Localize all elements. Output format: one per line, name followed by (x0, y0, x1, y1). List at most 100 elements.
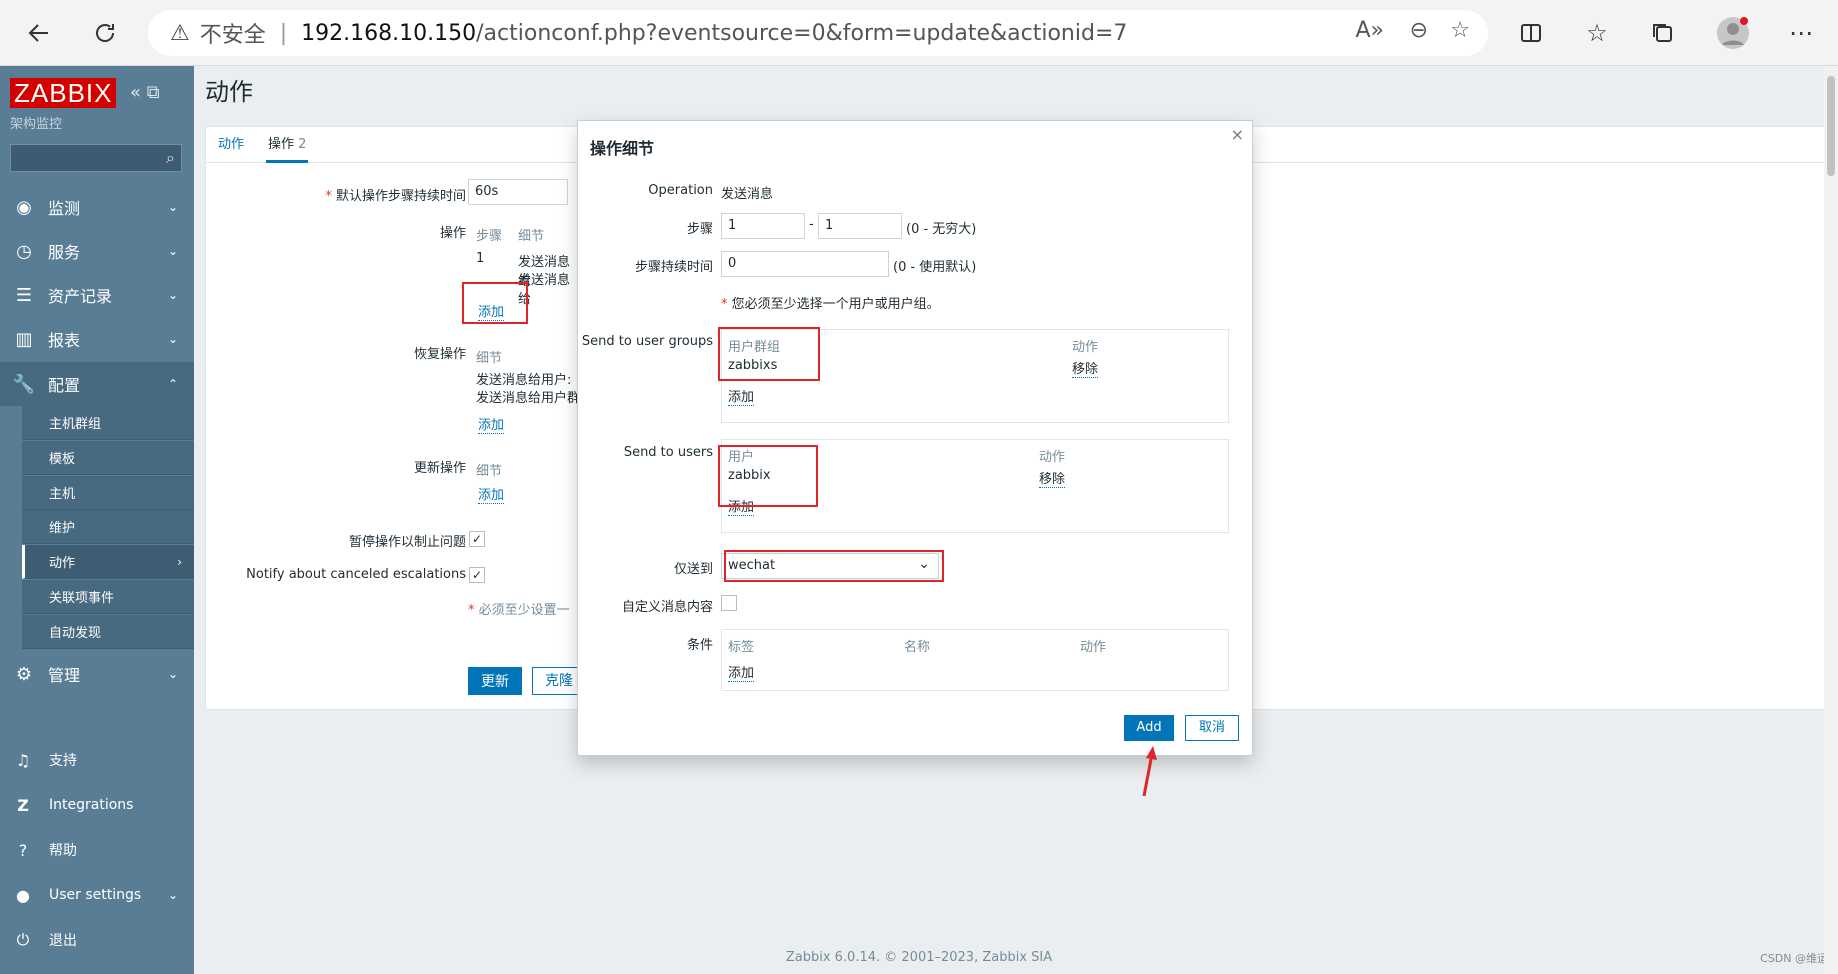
zabbix-logo[interactable]: ZABBIX (10, 78, 117, 108)
default-duration-input[interactable]: 60s (468, 179, 568, 205)
chevron-down-icon: ⌄ (167, 244, 178, 258)
split-screen-icon[interactable] (1512, 14, 1550, 52)
submenu-templates[interactable]: 模板 (22, 441, 194, 475)
submenu-label: 主机 (49, 487, 76, 502)
scrollbar-thumb[interactable] (1827, 76, 1835, 176)
required-note: * 您必须至少选择一个用户或用户组。 (721, 293, 940, 312)
submenu-discovery[interactable]: 自动发现 (22, 615, 194, 649)
zoom-out-icon[interactable]: ⊖ (1410, 18, 1428, 43)
submenu-hosts[interactable]: 主机 (22, 476, 194, 510)
groups-label: Send to user groups (581, 334, 713, 349)
menu-services[interactable]: ◷ 服务 ⌄ (0, 229, 194, 273)
recovery-row-detail: 发送消息给用户群 (476, 391, 581, 406)
recovery-add-link[interactable]: 添加 (478, 414, 505, 434)
note-text: 您必须至少选择一个用户或用户组。 (731, 297, 940, 312)
menu-integrations[interactable]: Z Integrations (0, 785, 194, 825)
menu-inventory[interactable]: ☰ 资产记录 ⌄ (0, 273, 194, 317)
submenu-label: 关联项事件 (49, 591, 115, 606)
list-icon: ☰ (15, 284, 33, 306)
default-duration-label: * 默认操作步骤持续时间 (246, 185, 466, 204)
url-divider: | (279, 20, 288, 46)
search-icon[interactable]: ⌕ (166, 148, 175, 168)
collections-icon[interactable] (1644, 14, 1682, 52)
more-options-icon[interactable]: ⋯ (1782, 14, 1820, 52)
groups-add-link[interactable]: 添加 (728, 386, 755, 406)
menu-help[interactable]: ? 帮助 (0, 830, 194, 870)
operation-label: Operation (648, 183, 713, 198)
dialog-title: 操作细节 (590, 139, 655, 158)
pause-label: 暂停操作以制止问题 (348, 535, 466, 550)
update-add-link[interactable]: 添加 (478, 484, 505, 504)
required-note: * 必须至少设置一 (468, 599, 570, 618)
add-button[interactable]: Add (1124, 715, 1174, 741)
submenu-actions[interactable]: 动作 › (22, 545, 194, 579)
favorite-add-icon[interactable]: ☆ (1450, 18, 1470, 43)
user-remove-link[interactable]: 移除 (1039, 468, 1066, 488)
chevron-down-icon: ⌄ (167, 288, 178, 302)
steps-from-input[interactable]: 1 (721, 213, 805, 239)
menu-user-settings[interactable]: ● User settings ⌄ (0, 875, 194, 915)
required-asterisk: * (721, 297, 728, 312)
highlight-box (718, 327, 820, 381)
conditions-add-link[interactable]: 添加 (728, 662, 755, 682)
submenu-label: 主机群组 (49, 417, 102, 432)
tab-action[interactable]: 动作 (218, 127, 244, 163)
group-remove-link[interactable]: 移除 (1072, 358, 1099, 378)
collapse-sidebar-icon[interactable]: « ⧉ (130, 82, 160, 103)
steps-hint: (0 - 无穷大) (906, 222, 977, 237)
chevron-right-icon: › (177, 554, 182, 569)
update-button[interactable]: 更新 (468, 667, 522, 695)
sendonly-label: 仅送到 (673, 562, 713, 577)
menu-label: 支持 (49, 753, 77, 769)
read-aloud-icon[interactable]: A» (1355, 18, 1384, 43)
gear-icon: ⚙ (15, 663, 33, 685)
submenu-maintenance[interactable]: 维护 (22, 510, 194, 544)
menu-administration[interactable]: ⚙ 管理 ⌄ (0, 652, 194, 696)
notify-checkbox[interactable]: ✓ (469, 567, 485, 583)
favorites-icon[interactable]: ☆ (1578, 14, 1616, 52)
address-bar[interactable]: ⚠ 不安全 | 192.168.10.150 /actionconf.php?e… (148, 10, 1488, 56)
submenu-label: 自动发现 (49, 626, 102, 641)
duration-input[interactable]: 0 (721, 251, 889, 277)
menu-label: 报表 (48, 331, 81, 350)
security-label: 不安全 (199, 23, 266, 48)
question-icon: ? (18, 840, 28, 860)
submenu-host-groups[interactable]: 主机群组 (22, 406, 194, 440)
wrench-icon: 🔧 (12, 373, 36, 395)
groups-action-header: 动作 (1072, 340, 1099, 355)
menu-label: 退出 (49, 933, 77, 949)
refresh-icon[interactable] (86, 14, 124, 52)
highlight-box (724, 550, 944, 582)
submenu-label: 模板 (49, 452, 76, 467)
menu-monitoring[interactable]: ◉ 监测 ⌄ (0, 185, 194, 229)
url-host: 192.168.10.150 (301, 20, 477, 46)
chevron-down-icon: ⌄ (167, 888, 178, 902)
profile-avatar-icon[interactable] (1714, 14, 1752, 52)
url-path: /actionconf.php?eventsource=0&form=updat… (476, 20, 1128, 46)
tab-count: 2 (298, 137, 307, 152)
submenu-label: 动作 (49, 556, 76, 571)
recovery-row-detail: 发送消息给用户: (476, 373, 572, 388)
recovery-label: 恢复操作 (413, 347, 466, 362)
custom-message-label: 自定义消息内容 (621, 600, 713, 615)
highlight-box (462, 282, 528, 324)
recovery-detail-header: 细节 (476, 351, 503, 366)
back-icon[interactable] (20, 14, 58, 52)
tab-operations[interactable]: 操作 2 (266, 127, 309, 163)
scrollbar[interactable] (1824, 66, 1838, 974)
search-input[interactable]: ⌕ (10, 144, 182, 172)
custom-message-checkbox[interactable] (721, 595, 737, 611)
pause-checkbox[interactable]: ✓ (469, 531, 485, 547)
close-icon[interactable]: × (1231, 125, 1244, 144)
menu-reports[interactable]: ▥ 报表 ⌄ (0, 317, 194, 361)
submenu-event-correlation[interactable]: 关联项事件 (22, 580, 194, 614)
page-title: 动作 (205, 78, 253, 106)
steps-to-input[interactable]: 1 (818, 213, 902, 239)
menu-label: 配置 (48, 376, 81, 395)
eye-icon: ◉ (16, 196, 32, 218)
menu-support[interactable]: ♫ 支持 (0, 740, 194, 780)
conditions-action-header: 动作 (1080, 640, 1107, 655)
menu-configuration[interactable]: 🔧 配置 ⌃ (0, 362, 194, 406)
cancel-button[interactable]: 取消 (1185, 715, 1239, 741)
required-asterisk: * (325, 189, 332, 204)
